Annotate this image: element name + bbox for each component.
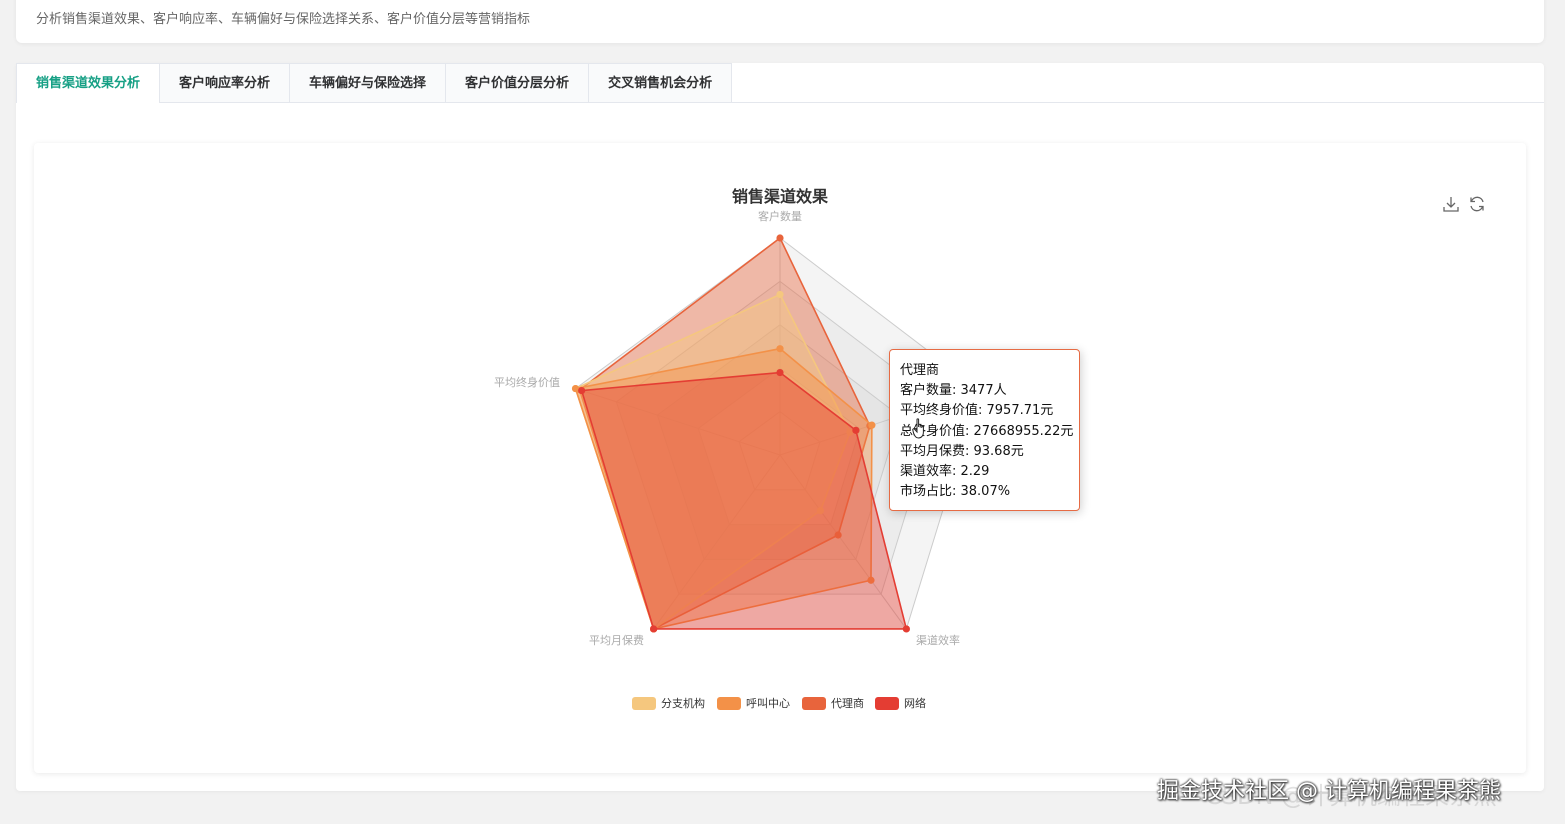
tooltip-line-market-share: 市场占比: 38.07% [900,484,1011,500]
radar-point-call-center[interactable] [571,384,580,393]
cursor-hand-icon [912,418,924,439]
tooltip-line-avg-monthly-premium: 平均月保费: 93.68元 [900,443,1024,459]
legend-swatch [802,697,826,710]
radar-point-online[interactable] [578,386,586,395]
radar-point-call-center[interactable] [868,421,876,429]
radar-point-online[interactable] [776,368,784,377]
legend-item-online[interactable]: 网络 [875,696,926,710]
tooltip-line-customer-count: 客户数量: 3477人 [900,383,1007,399]
legend-label: 分支机构 [661,696,705,710]
axis-label-avg-lifetime-value: 平均终身价值 [494,375,560,389]
axis-label-channel-efficiency: 渠道效率 [916,633,960,647]
legend-swatch [632,697,656,710]
chart-title: 销售渠道效果 [732,187,828,206]
legend-swatch [875,697,899,710]
axis-label-avg-monthly-premium: 平均月保费 [589,633,644,647]
legend-label: 呼叫中心 [746,697,790,710]
legend-item-branch[interactable]: 分支机构 [632,696,705,710]
radar-series-layer [571,234,910,633]
legend-label: 代理商 [831,696,864,710]
legend-label: 网络 [904,696,926,710]
radar-point-online[interactable] [852,426,860,434]
tooltip-line-channel-efficiency: 渠道效率: 2.29 [900,464,990,480]
radar-point-online[interactable] [650,625,658,633]
tooltip-title: 代理商 [900,363,940,378]
legend-item-call-center[interactable]: 呼叫中心 [717,697,790,710]
radar-chart: 销售渠道效果 客户数量 渠道效率 平均月保费 平均终身价值 分支机构 呼叫中心 … [494,187,981,710]
chart-legend: 分支机构 呼叫中心 代理商 网络 [632,696,926,710]
axis-label-customer-count: 客户数量 [758,209,802,223]
radar-point-online[interactable] [902,625,910,633]
legend-swatch [717,697,741,710]
legend-item-agent[interactable]: 代理商 [802,696,864,710]
radar-point-agent[interactable] [776,234,784,242]
watermark: 掘金技术社区 @ 计算机编程果茶熊 [1157,779,1501,804]
radar-point-branch[interactable] [776,290,784,299]
radar-point-call-center[interactable] [776,345,784,353]
